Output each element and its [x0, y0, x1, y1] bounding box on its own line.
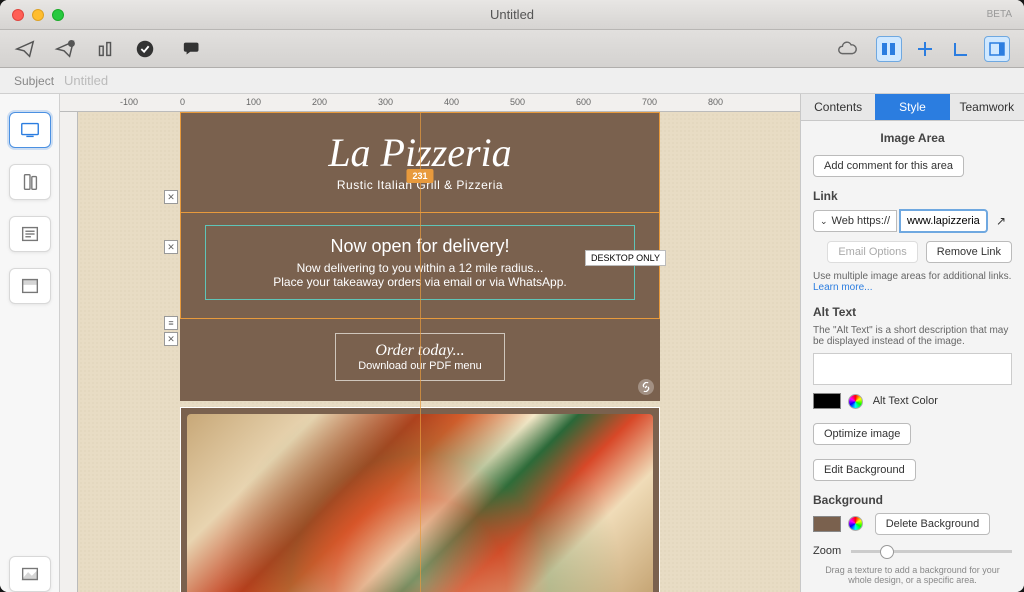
color-picker-icon[interactable]	[848, 516, 863, 531]
center-guide	[420, 112, 421, 592]
link-label: Link	[813, 189, 1012, 203]
window-controls	[12, 9, 64, 21]
learn-more-link[interactable]: Learn more...	[813, 282, 1012, 293]
inspector-body: Image Area Add comment for this area Lin…	[801, 121, 1024, 592]
link-url-input[interactable]	[899, 209, 988, 233]
email-options-button[interactable]: Email Options	[827, 241, 917, 263]
maximize-icon[interactable]	[52, 9, 64, 21]
device-desktop-button[interactable]	[9, 112, 51, 148]
layout-toggle-group	[876, 36, 1010, 62]
open-link-icon[interactable]: ↗	[990, 214, 1012, 228]
subject-value: Untitled	[64, 73, 108, 88]
block-handle[interactable]: ✕	[164, 240, 178, 254]
delete-background-button[interactable]: Delete Background	[875, 513, 991, 535]
alt-help-text: The "Alt Text" is a short description th…	[813, 325, 1012, 347]
cloud-icon[interactable]	[836, 38, 858, 60]
background-label: Background	[813, 493, 1012, 507]
layout-center-icon[interactable]	[912, 36, 938, 62]
zoom-label: Zoom	[813, 545, 841, 557]
device-insert-button[interactable]	[9, 268, 51, 304]
subject-row[interactable]: Subject Untitled	[0, 68, 1024, 94]
toolbar	[0, 30, 1024, 68]
close-icon[interactable]	[12, 9, 24, 21]
bottom-rail-button[interactable]	[9, 556, 51, 592]
inspector-panel: Contents Style Teamwork Image Area Add c…	[800, 94, 1024, 592]
inspector-tabs: Contents Style Teamwork	[801, 94, 1024, 121]
bg-help-text: Drag a texture to add a background for y…	[813, 565, 1012, 585]
tab-contents[interactable]: Contents	[801, 94, 875, 120]
bg-color-swatch[interactable]	[813, 516, 841, 532]
zoom-slider[interactable]	[851, 550, 1012, 553]
alt-color-swatch[interactable]	[813, 393, 841, 409]
alt-text-input[interactable]	[813, 353, 1012, 385]
main-area: -100 0 100 200 300 400 500 600 700 800 ✕…	[0, 94, 1024, 592]
link-icon	[638, 379, 654, 395]
block-handle[interactable]: ≡	[164, 316, 178, 330]
analytics-icon[interactable]	[94, 38, 116, 60]
edit-background-button[interactable]: Edit Background	[813, 459, 916, 481]
block-handle[interactable]: ✕	[164, 190, 178, 204]
chat-icon[interactable]	[182, 38, 204, 60]
alt-color-label: Alt Text Color	[873, 395, 938, 407]
ruler-vertical	[60, 112, 78, 592]
link-help-text: Use multiple image areas for additional …	[813, 271, 1012, 282]
ruler-horizontal: -100 0 100 200 300 400 500 600 700 800	[60, 94, 800, 112]
send-icon[interactable]	[14, 38, 36, 60]
remove-link-button[interactable]: Remove Link	[926, 241, 1012, 263]
send-test-icon[interactable]	[54, 38, 76, 60]
tab-teamwork[interactable]: Teamwork	[950, 94, 1024, 120]
app-window: Untitled BETA	[0, 0, 1024, 592]
inspector-toggle-icon[interactable]	[984, 36, 1010, 62]
canvas[interactable]: -100 0 100 200 300 400 500 600 700 800 ✕…	[60, 94, 800, 592]
minimize-icon[interactable]	[32, 9, 44, 21]
device-mobile-button[interactable]	[9, 164, 51, 200]
window-title: Untitled	[0, 7, 1024, 22]
layout-columns-icon[interactable]	[876, 36, 902, 62]
zoom-row: Zoom	[813, 545, 1012, 557]
alt-label: Alt Text	[813, 305, 1012, 319]
check-icon[interactable]	[134, 38, 156, 60]
link-row: ⌄ Web https:// ↗	[813, 209, 1012, 233]
beta-badge: BETA	[987, 9, 1012, 20]
position-badge: 231	[406, 169, 433, 183]
block-handle[interactable]: ✕	[164, 332, 178, 346]
desktop-only-badge: DESKTOP ONLY	[585, 250, 666, 266]
layout-ruler-icon[interactable]	[948, 36, 974, 62]
tab-style[interactable]: Style	[875, 94, 949, 120]
device-text-button[interactable]	[9, 216, 51, 252]
color-picker-icon[interactable]	[848, 394, 863, 409]
device-rail	[0, 94, 60, 592]
link-scheme-select[interactable]: ⌄ Web https://	[813, 210, 897, 232]
titlebar: Untitled BETA	[0, 0, 1024, 30]
optimize-image-button[interactable]: Optimize image	[813, 423, 911, 445]
section-title: Image Area	[813, 131, 1012, 145]
subject-label: Subject	[14, 74, 54, 88]
add-comment-button[interactable]: Add comment for this area	[813, 155, 964, 177]
